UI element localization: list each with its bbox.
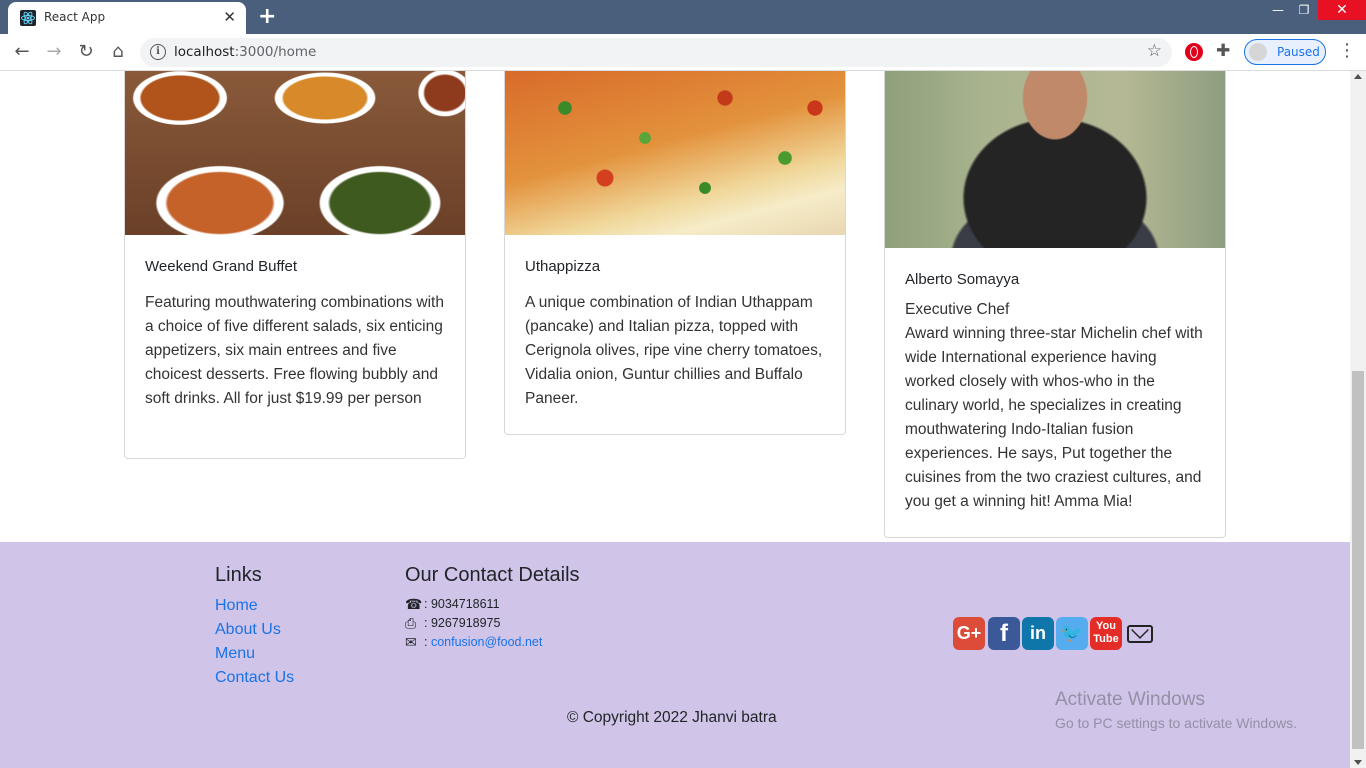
close-tab-icon[interactable]: ✕ xyxy=(223,8,236,26)
fax-icon: ⎙ xyxy=(405,615,417,631)
copyright-text: © Copyright 2022 Jhanvi batra xyxy=(567,709,777,726)
site-footer: Links Home About Us Menu Contact Us Our … xyxy=(0,542,1350,768)
bookmark-star-icon[interactable]: ☆ xyxy=(1147,41,1162,61)
url-text[interactable]: localhost:3000/home xyxy=(174,44,316,60)
reload-icon[interactable]: ↻ xyxy=(74,40,98,64)
card-title: Uthappizza xyxy=(525,258,601,275)
phone-number: : 9034718611 xyxy=(424,597,500,611)
profile-status-label: Paused xyxy=(1277,45,1320,59)
phone-icon: ☎ xyxy=(405,596,423,612)
url-host: localhost xyxy=(174,44,235,60)
footer-link-about[interactable]: About Us xyxy=(215,621,281,639)
extensions-puzzle-icon[interactable]: ✚ xyxy=(1216,41,1230,61)
links-heading: Links xyxy=(215,564,262,586)
forward-arrow-icon[interactable]: → xyxy=(42,40,66,64)
footer-link-menu[interactable]: Menu xyxy=(215,645,255,663)
google-plus-icon[interactable]: G+ xyxy=(953,617,985,650)
browser-tab[interactable]: React App ✕ xyxy=(8,2,246,34)
youtube-icon[interactable]: You Tube xyxy=(1090,617,1122,650)
twitter-icon[interactable]: 🐦 xyxy=(1056,617,1088,650)
page-scrollbar[interactable] xyxy=(1350,71,1366,768)
footer-link-home[interactable]: Home xyxy=(215,597,258,615)
new-tab-icon[interactable]: + xyxy=(258,4,276,29)
buffet-food-image xyxy=(125,71,465,235)
react-logo-icon xyxy=(20,10,36,26)
leader-card-chef: Alberto Somayya Executive Chef Award win… xyxy=(884,71,1226,538)
dish-card-uthappizza: Uthappizza A unique combination of India… xyxy=(504,71,846,435)
site-info-icon[interactable]: i xyxy=(150,44,166,60)
url-path: :3000/home xyxy=(234,44,317,60)
restore-window-icon[interactable]: ❐ xyxy=(1290,0,1318,20)
tab-title: React App xyxy=(44,10,106,24)
avatar xyxy=(1249,43,1267,61)
browser-tabstrip: React App ✕ + — ❐ ✕ xyxy=(0,0,1366,34)
contact-heading: Our Contact Details xyxy=(405,564,580,586)
activate-windows-subtitle: Go to PC settings to activate Windows. xyxy=(1055,715,1297,731)
email-prefix: : xyxy=(424,635,428,649)
scroll-down-icon[interactable] xyxy=(1354,760,1362,765)
facebook-icon[interactable]: f xyxy=(988,617,1020,650)
card-title: Alberto Somayya xyxy=(905,271,1020,288)
activate-windows-title: Activate Windows xyxy=(1055,689,1205,710)
opera-extension-icon[interactable] xyxy=(1185,43,1203,61)
scroll-up-icon[interactable] xyxy=(1354,74,1362,79)
scrollbar-thumb[interactable] xyxy=(1352,371,1364,749)
card-subtitle: Executive Chef xyxy=(905,301,1010,318)
chef-photo-image xyxy=(885,71,1225,248)
mail-icon[interactable] xyxy=(1127,625,1153,643)
contact-fax: ⎙ : 9267918975 xyxy=(405,616,500,630)
home-icon[interactable]: ⌂ xyxy=(106,40,130,64)
address-bar[interactable]: i localhost:3000/home ☆ xyxy=(140,38,1172,67)
minimize-window-icon[interactable]: — xyxy=(1264,0,1292,20)
dish-card-buffet: Weekend Grand Buffet Featuring mouthwate… xyxy=(124,71,466,459)
contact-email: ✉: confusion@food.net xyxy=(405,635,542,649)
back-arrow-icon[interactable]: ← xyxy=(10,40,34,64)
card-description: Featuring mouthwatering combinations wit… xyxy=(145,294,444,407)
card-description: A unique combination of Indian Uthappam … xyxy=(525,294,823,407)
browser-toolbar: ← → ↻ ⌂ i localhost:3000/home ☆ ✚ Paused… xyxy=(0,34,1366,71)
envelope-icon: ✉ xyxy=(405,634,417,650)
footer-link-contact[interactable]: Contact Us xyxy=(215,669,294,687)
email-link[interactable]: confusion@food.net xyxy=(431,635,542,649)
pizza-food-image xyxy=(505,71,845,235)
contact-phone: ☎: 9034718611 xyxy=(405,597,500,611)
close-window-icon[interactable]: ✕ xyxy=(1318,0,1366,20)
card-description: Award winning three-star Michelin chef w… xyxy=(905,325,1203,510)
browser-menu-icon[interactable]: ⋮ xyxy=(1338,40,1356,61)
profile-button[interactable]: Paused xyxy=(1244,39,1326,65)
page-viewport: Weekend Grand Buffet Featuring mouthwate… xyxy=(0,71,1350,768)
linkedin-icon[interactable]: in xyxy=(1022,617,1054,650)
fax-number: : 9267918975 xyxy=(424,616,501,630)
card-title: Weekend Grand Buffet xyxy=(145,258,298,275)
